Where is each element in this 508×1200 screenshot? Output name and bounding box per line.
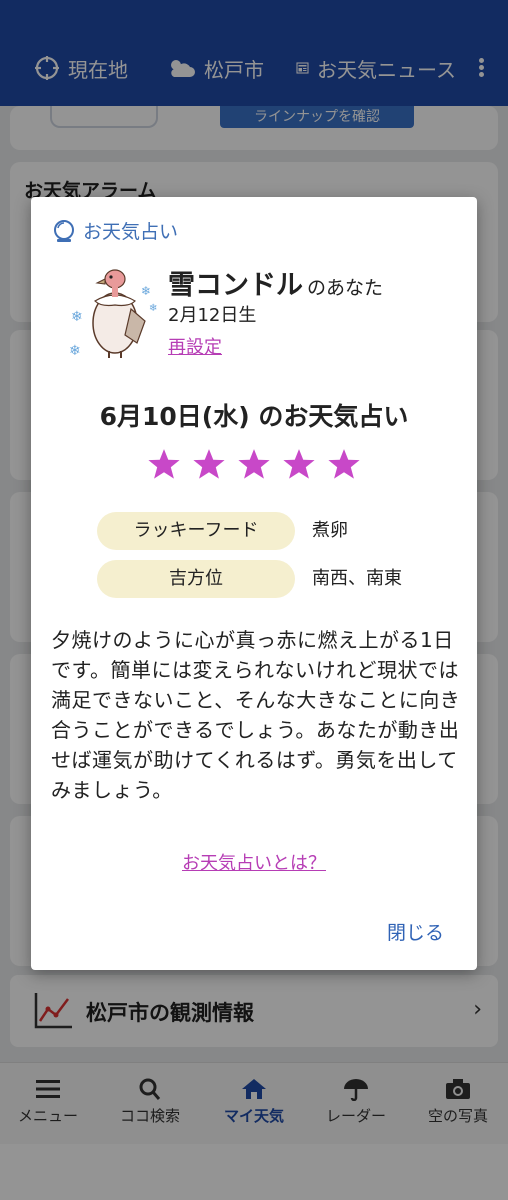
svg-text:❄: ❄ <box>71 309 83 325</box>
star-icon <box>238 449 270 479</box>
star-rating <box>31 447 477 485</box>
close-button[interactable]: 閉じる <box>387 918 444 945</box>
star-icon <box>283 449 315 479</box>
profile-name: 雪コンドル <box>168 270 303 301</box>
svg-text:❄: ❄ <box>149 303 157 314</box>
lucky-direction-value: 南西、南東 <box>312 568 402 589</box>
lucky-food-value: 煮卵 <box>312 520 348 541</box>
profile-name-row: 雪コンドル のあなた <box>168 263 383 302</box>
lucky-food-label: ラッキーフード <box>97 512 295 550</box>
about-fortune-link[interactable]: お天気占いとは？ <box>31 849 477 875</box>
svg-text:❄: ❄ <box>141 284 151 298</box>
star-icon <box>148 449 180 479</box>
birthday: 2月12日生 <box>168 305 257 326</box>
modal-header-title: お天気占い <box>83 221 179 243</box>
svg-text:❄: ❄ <box>69 343 81 359</box>
lucky-direction-label: 吉方位 <box>97 560 295 598</box>
star-icon <box>193 449 225 479</box>
modal-header: お天気占い <box>51 217 178 244</box>
reset-link[interactable]: 再設定 <box>168 333 222 359</box>
fortune-title: 6月10日(水) のお天気占い <box>99 402 409 431</box>
fortune-description: 夕焼けのように心が真っ赤に燃え上がる1日です。簡単には変えられないけれど現状では… <box>51 628 461 802</box>
crystal-ball-icon <box>54 219 74 242</box>
star-icon <box>328 449 360 479</box>
profile-name-suffix: のあなた <box>307 277 384 299</box>
snow-condor-avatar: ❄ ❄ ❄ ❄ <box>69 269 157 359</box>
fortune-modal: お天気占い ❄ ❄ ❄ ❄ 雪コンドル のあなた 2月12日生 再設定 6月10… <box>31 197 477 970</box>
